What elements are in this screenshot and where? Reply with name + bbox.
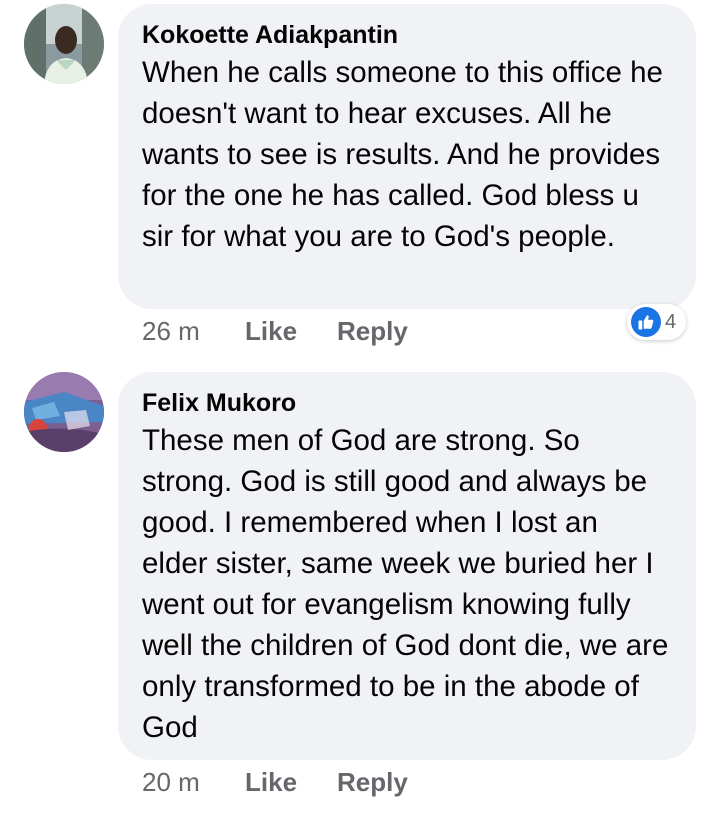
avatar[interactable] <box>24 4 104 84</box>
comment-text: When he calls someone to this office he … <box>142 56 663 253</box>
like-button[interactable]: Like <box>245 316 337 347</box>
reply-button[interactable]: Reply <box>337 767 408 798</box>
comment-bubble: Felix Mukoro These men of God are strong… <box>118 372 696 760</box>
thumbs-up-icon <box>631 307 661 337</box>
comment-author[interactable]: Felix Mukoro <box>142 388 670 418</box>
avatar-photo <box>24 372 104 452</box>
reply-button[interactable]: Reply <box>337 316 408 347</box>
comment-bubble: Kokoette Adiakpantin When he calls someo… <box>118 4 696 309</box>
comment-timestamp[interactable]: 26 m <box>142 316 245 347</box>
comment-actions: 20 m Like Reply <box>142 765 408 799</box>
reaction-count-badge[interactable]: 4 <box>627 304 687 340</box>
like-button[interactable]: Like <box>245 767 337 798</box>
reaction-count: 4 <box>665 310 677 333</box>
comment-timestamp[interactable]: 20 m <box>142 767 245 798</box>
avatar[interactable] <box>24 372 104 452</box>
comment-actions: 26 m Like Reply <box>142 314 408 348</box>
comment-author[interactable]: Kokoette Adiakpantin <box>142 20 670 50</box>
comment-text: These men of God are strong. So strong. … <box>142 424 669 744</box>
avatar-photo <box>24 4 104 84</box>
